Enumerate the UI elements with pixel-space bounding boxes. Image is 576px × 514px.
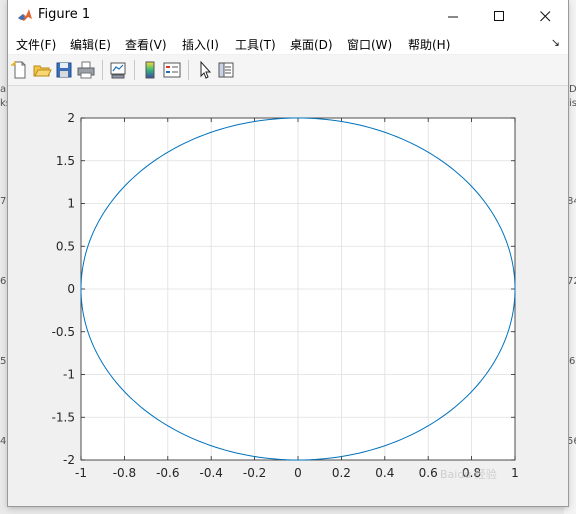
toolbar-separator [134,60,135,80]
x-tick-label: 0.2 [332,466,351,478]
maximize-icon [493,10,504,21]
dock-arrow-icon[interactable]: ↘ [551,36,560,49]
x-tick-label: 0.4 [375,466,394,478]
bg-fragment: Da [569,84,576,95]
y-tick-label: -1 [63,368,75,382]
menu-desktop[interactable]: 桌面(D) [290,36,333,53]
menu-bar: 文件(F) 编辑(E) 查看(V) 插入(I) 工具(T) 桌面(D) 窗口(W… [8,32,568,54]
x-tick-label: -0.8 [113,466,136,478]
x-tick-label: -0.2 [243,466,266,478]
open-file-icon[interactable] [32,60,52,80]
watermark-text: Baidu 经验 [440,468,497,481]
menu-edit[interactable]: 编辑(E) [70,36,111,53]
bg-fragment: 72 [567,276,576,287]
minimize-icon [447,16,458,17]
legend-icon[interactable] [162,60,182,80]
bg-fragment: 56 [567,436,576,447]
menu-window[interactable]: 窗口(W) [347,36,392,53]
save-icon[interactable] [54,60,74,80]
new-figure-icon[interactable] [10,60,30,80]
title-bar[interactable]: Figure 1 [8,0,568,32]
link-plot-icon[interactable] [108,60,128,80]
menu-view[interactable]: 查看(V) [125,36,167,53]
minimize-button[interactable] [430,0,476,32]
y-tick-labels: 2 1.5 1 0.5 0 -0.5 -1 -1.5 -2 [52,111,75,467]
menu-file[interactable]: 文件(F) [16,36,56,53]
edit-plot-arrow-icon[interactable] [196,60,216,80]
bg-fragment: 4 [0,436,7,447]
bg-fragment: 6 [0,276,7,287]
matlab-logo-icon [17,7,33,23]
bg-fragment: 6 [569,356,576,367]
menu-insert[interactable]: 插入(I) [182,36,219,53]
property-inspector-icon[interactable] [216,60,236,80]
y-tick-label: -0.5 [52,325,75,339]
y-tick-label: -1.5 [52,410,75,424]
figure-window: Figure 1 文件(F) 编辑(E) 查看(V) 插入(I) 工具(T) 桌… [8,0,568,506]
toolbar-separator [188,60,189,80]
bg-fragment: is [569,98,576,109]
maximize-button[interactable] [476,0,522,32]
bg-fragment: a [0,84,7,95]
menu-tools[interactable]: 工具(T) [235,36,276,53]
y-tick-label: -2 [63,453,75,467]
x-tick-label: -0.4 [199,466,222,478]
x-tick-label: -0.6 [156,466,179,478]
menu-help[interactable]: 帮助(H) [408,36,450,53]
toolbar-separator [102,60,103,80]
x-tick-label: 0 [294,466,302,478]
bg-fragment: 7 [0,196,7,207]
y-tick-label: 1 [67,197,75,211]
window-title: Figure 1 [38,7,91,22]
close-button[interactable] [522,0,568,32]
y-tick-label: 0 [67,282,75,296]
x-tick-label: -1 [75,466,87,478]
y-tick-label: 1.5 [56,154,75,168]
figure-toolbar [8,55,568,86]
y-tick-label: 2 [67,111,75,125]
bg-fragment: 5 [0,356,7,367]
x-tick-label: 1 [511,466,519,478]
close-icon [539,10,550,21]
print-icon[interactable] [76,60,96,80]
figure-canvas: -1 -0.8 -0.6 -0.4 -0.2 0 0.2 0.4 0.6 0.8 1 2 1.5 1 0.… [8,86,568,506]
bg-fragment: 84 [567,196,576,207]
y-tick-label: 0.5 [56,239,75,253]
x-tick-label: 0.6 [419,466,438,478]
plot-axes[interactable]: -1 -0.8 -0.6 -0.4 -0.2 0 0.2 0.4 0.6 0.8 1 21.510.… [8,86,568,478]
colorbar-icon[interactable] [140,60,160,80]
